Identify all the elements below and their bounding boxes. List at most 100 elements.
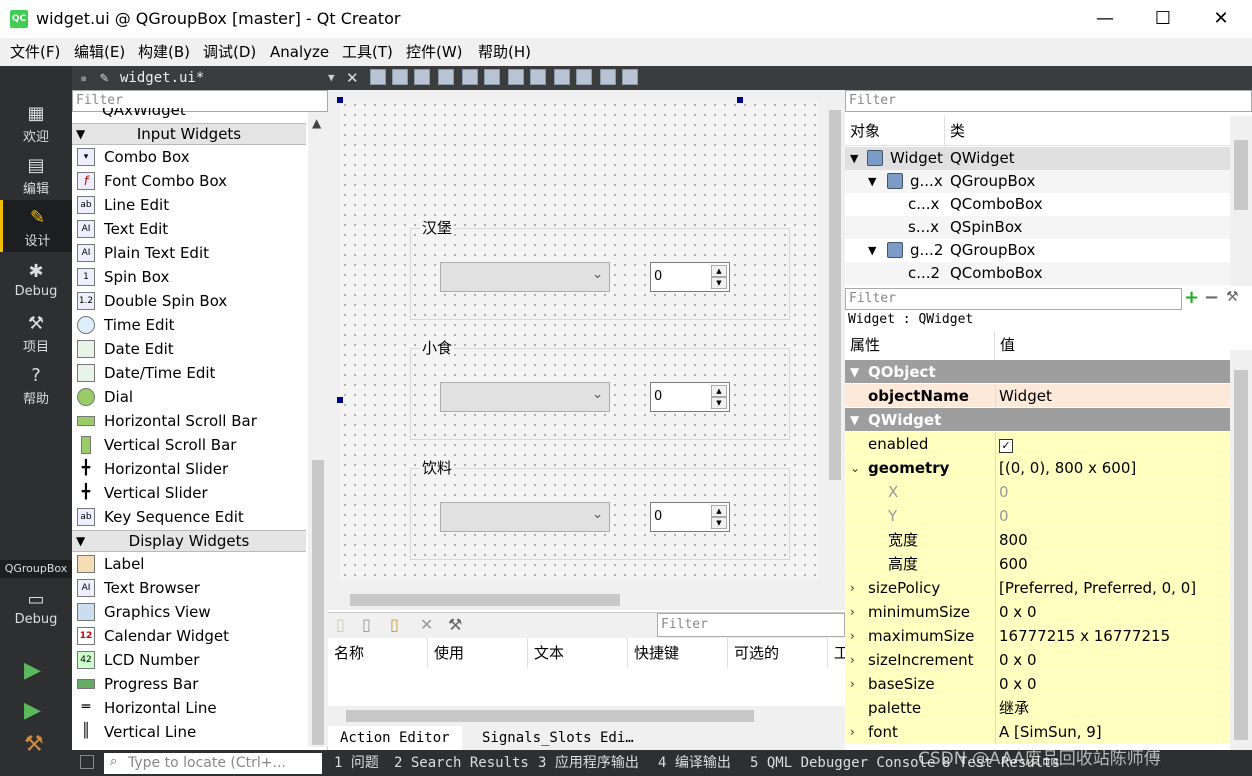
object-row-combobox[interactable]: c...2 QComboBox — [845, 262, 1230, 285]
menu-debug[interactable]: 调试(D) — [203, 38, 256, 66]
scroll-up-icon[interactable]: ▲ — [312, 116, 321, 130]
menu-tools[interactable]: 工具(T) — [342, 38, 393, 66]
object-row-spinbox[interactable]: s...x QSpinBox — [845, 216, 1230, 239]
spin-box[interactable]: 0 ▲ ▼ — [650, 262, 730, 292]
object-row-groupbox[interactable]: ▼ g...x QGroupBox — [845, 170, 1230, 193]
widget-item-graphics-view[interactable]: Graphics View — [72, 600, 306, 624]
menu-build[interactable]: 构建(B) — [138, 38, 190, 66]
widget-item-text-edit[interactable]: AI Text Edit — [72, 217, 306, 241]
tab-action-editor[interactable]: Action Editor — [328, 726, 462, 750]
widget-item-time-edit[interactable]: Time Edit — [72, 313, 306, 337]
edit-signals-icon[interactable] — [392, 69, 408, 85]
object-inspector-scroll-thumb[interactable] — [1234, 140, 1248, 210]
property-row-palette[interactable]: palette 继承 — [845, 696, 1230, 720]
property-row-geometry[interactable]: ⌄ geometry [(0, 0), 800 x 600] — [845, 456, 1230, 480]
combo-box[interactable]: ⌄ — [440, 262, 610, 292]
expand-arrow-icon[interactable]: › — [850, 600, 855, 624]
mode-design[interactable]: ✎ 设计 — [0, 200, 72, 252]
layout-horizontal-splitter-icon[interactable] — [508, 69, 524, 85]
category-display-widgets[interactable]: ▼ Display Widgets — [72, 530, 306, 552]
enabled-checkbox[interactable]: ✓ — [999, 439, 1013, 453]
remove-property-icon[interactable]: − — [1204, 287, 1219, 308]
resize-handle[interactable] — [337, 397, 343, 403]
column-header[interactable]: 对象 — [845, 116, 945, 146]
property-editor-scroll-thumb[interactable] — [1234, 370, 1248, 740]
mode-help[interactable]: ? 帮助 — [0, 358, 72, 410]
combo-box[interactable]: ⌄ — [440, 502, 610, 532]
column-header[interactable]: 可选的 — [728, 638, 828, 668]
menu-analyze[interactable]: Analyze — [270, 38, 329, 66]
category-input-widgets[interactable]: ▼ Input Widgets — [72, 123, 306, 145]
spin-down-icon[interactable]: ▼ — [711, 517, 727, 529]
widget-item-date-edit[interactable]: Date Edit — [72, 337, 306, 361]
minimize-button[interactable]: — — [1076, 0, 1134, 38]
widget-item-date-time-edit[interactable]: Date/Time Edit — [72, 361, 306, 385]
action-editor-filter-input[interactable]: Filter — [657, 613, 845, 637]
build-hammer-icon[interactable]: ⚒ — [24, 732, 44, 757]
widget-item-progress-bar[interactable]: Progress Bar — [72, 672, 306, 696]
spin-up-icon[interactable]: ▲ — [711, 505, 727, 517]
toggle-sidebar-icon[interactable] — [80, 755, 94, 769]
action-list[interactable] — [328, 668, 845, 706]
property-row-minimumsize[interactable]: › minimumSize 0 x 0 — [845, 600, 1230, 624]
menu-help[interactable]: 帮助(H) — [478, 38, 531, 66]
mode-edit[interactable]: ▤ 编辑 — [0, 148, 72, 200]
widget-item-key-sequence-edit[interactable]: ab Key Sequence Edit — [72, 505, 306, 529]
property-editor-filter-input[interactable]: Filter — [845, 288, 1182, 310]
expand-arrow-icon[interactable]: › — [850, 720, 855, 744]
property-row-maximumsize[interactable]: › maximumSize 16777215 x 16777215 — [845, 624, 1230, 648]
widget-item-vertical-slider[interactable]: ╋ Vertical Slider — [72, 481, 306, 505]
copy-icon[interactable]: ▯ — [362, 615, 371, 634]
spin-up-icon[interactable]: ▲ — [711, 265, 727, 277]
kit-selector[interactable]: ▭ Debug — [0, 582, 72, 642]
paste-icon[interactable]: ▯ — [390, 615, 399, 634]
configure-wrench-icon[interactable]: ⚒ — [1226, 289, 1239, 305]
property-row-y[interactable]: Y0 — [845, 504, 1230, 528]
mode-debug[interactable]: ✱ Debug — [0, 254, 72, 306]
expand-arrow-icon[interactable]: › — [850, 624, 855, 648]
expand-arrow-icon[interactable]: › — [850, 576, 855, 600]
pane-issues[interactable]: 1 问题 — [334, 750, 379, 776]
property-row-sizeincrement[interactable]: › sizeIncrement 0 x 0 — [845, 648, 1230, 672]
property-row-x[interactable]: X0 — [845, 480, 1230, 504]
spin-down-icon[interactable]: ▼ — [711, 397, 727, 409]
run-icon[interactable]: ▶ — [24, 658, 41, 683]
object-row-combobox[interactable]: c...x QComboBox — [845, 193, 1230, 216]
debug-run-icon[interactable]: ▶ — [24, 698, 41, 723]
spin-down-icon[interactable]: ▼ — [711, 277, 727, 289]
layout-vertical-icon[interactable] — [484, 69, 500, 85]
document-dropdown-icon[interactable]: ▼ — [328, 66, 335, 90]
tab-signals-slots-editor[interactable]: Signals_Slots Edi… — [470, 726, 646, 750]
widget-item-horizontal-slider[interactable]: ╋ Horizontal Slider — [72, 457, 306, 481]
expand-arrow-icon[interactable]: › — [850, 648, 855, 672]
edit-tab-order-icon[interactable] — [438, 69, 454, 85]
property-row-enabled[interactable]: enabled ✓ — [845, 432, 1230, 456]
document-tab[interactable]: ▪ ✎ widget.ui* ▼ — [72, 66, 342, 90]
object-row-widget[interactable]: ▼ Widget QWidget — [845, 147, 1230, 170]
close-document-icon[interactable]: ✕ — [346, 66, 359, 90]
expand-arrow-icon[interactable]: › — [850, 672, 855, 696]
pane-application-output[interactable]: 3 应用程序输出 — [538, 750, 639, 776]
column-header[interactable]: 属性 — [845, 330, 995, 360]
widget-item-line-edit[interactable]: ab Line Edit — [72, 193, 306, 217]
locator-input[interactable]: Type to locate (Ctrl+... — [104, 753, 322, 774]
form-widget[interactable]: 汉堡 ⌄ 0 ▲ ▼ 小食 ⌄ 0 ▲ ▼ 饮料 ⌄ 0 ▲ ▼ — [340, 100, 818, 580]
widget-item-double-spin-box[interactable]: 1.2 Double Spin Box — [72, 289, 306, 313]
column-header[interactable]: 快捷键 — [628, 638, 728, 668]
break-layout-icon[interactable] — [600, 69, 616, 85]
adjust-size-icon[interactable] — [622, 69, 638, 85]
object-inspector-filter-input[interactable]: Filter — [845, 90, 1252, 112]
column-header[interactable]: 值 — [995, 330, 1015, 360]
widget-item-text-browser[interactable]: AI Text Browser — [72, 576, 306, 600]
menu-edit[interactable]: 编辑(E) — [74, 38, 125, 66]
object-row-groupbox[interactable]: ▼ g...2 QGroupBox — [845, 239, 1230, 262]
property-row-height[interactable]: 高度 600 — [845, 552, 1230, 576]
pane-qml-debugger-console[interactable]: 5 QML Debugger Console — [750, 750, 935, 776]
action-editor-scroll-thumb[interactable] — [346, 710, 754, 722]
resize-handle[interactable] — [737, 97, 743, 103]
close-button[interactable]: ✕ — [1192, 0, 1250, 38]
layout-form-icon[interactable] — [554, 69, 570, 85]
widget-box-scroll-thumb[interactable] — [312, 460, 324, 745]
pane-search-results[interactable]: 2 Search Results — [394, 750, 529, 776]
widget-item-horizontal-line[interactable]: ═ Horizontal Line — [72, 696, 306, 720]
